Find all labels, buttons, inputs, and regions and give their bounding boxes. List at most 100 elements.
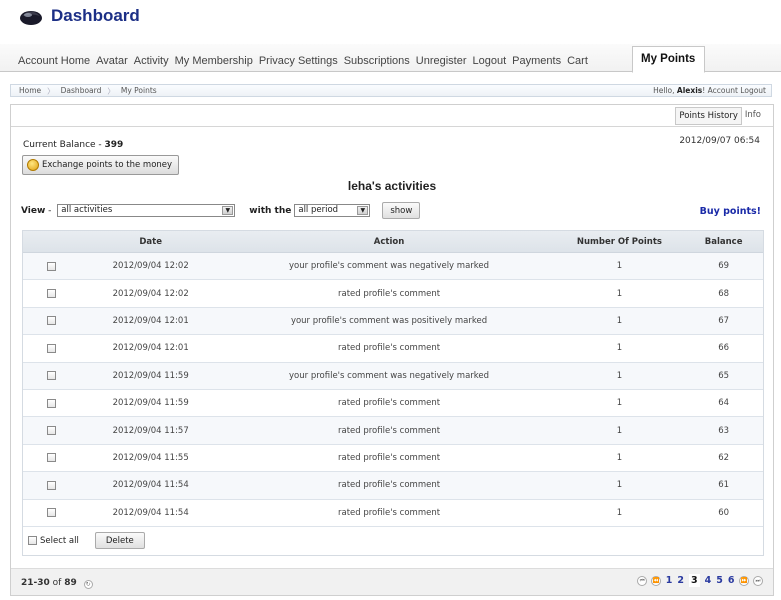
table-row: 2012/09/04 12:01 your profile's comment … xyxy=(23,307,763,336)
page-link[interactable]: 1 xyxy=(666,575,673,586)
range-value: 21-30 xyxy=(21,578,50,588)
table-row: 2012/09/04 11:54 rated profile's comment… xyxy=(23,499,763,527)
buy-points-link[interactable]: Buy points! xyxy=(700,206,761,217)
view-dash: - xyxy=(45,205,55,216)
activity-type-select[interactable]: all activities ▼ xyxy=(57,204,236,217)
nav-subscriptions[interactable]: Subscriptions xyxy=(344,55,410,67)
page-link-current: 3 xyxy=(689,574,700,587)
row-checkbox[interactable] xyxy=(46,316,56,326)
row-date: 2012/09/04 12:02 xyxy=(112,261,189,272)
row-balance: 61 xyxy=(718,480,730,491)
last-page-icon[interactable]: ⏭ xyxy=(753,575,763,586)
activity-title: leha's activities xyxy=(347,179,437,193)
nav-cart[interactable]: Cart xyxy=(567,55,588,67)
table-row: 2012/09/04 11:54 rated profile's comment… xyxy=(23,472,763,500)
col-date: Date xyxy=(139,236,162,247)
row-checkbox[interactable] xyxy=(46,480,56,490)
exchange-label: Exchange points to the money xyxy=(42,160,173,170)
select-all-label: Select all xyxy=(40,535,79,546)
row-points: 1 xyxy=(616,261,623,272)
select-all-checkbox[interactable] xyxy=(28,536,37,546)
row-points: 1 xyxy=(616,452,623,463)
exchange-points-button[interactable]: Exchange points to the money xyxy=(22,155,180,175)
points-panel: Points History Info Current Balance - 39… xyxy=(10,104,774,596)
tab-points-history[interactable]: Points History xyxy=(675,107,742,125)
points-table: Date Action Number Of Points Balance 201… xyxy=(22,230,764,556)
nav-account-home[interactable]: Account Home xyxy=(18,55,90,67)
row-checkbox[interactable] xyxy=(46,289,56,299)
row-date: 2012/09/04 12:01 xyxy=(112,343,189,354)
row-action: rated profile's comment xyxy=(337,480,441,491)
row-action: your profile's comment was positively ma… xyxy=(290,315,488,326)
table-row: 2012/09/04 12:01 rated profile's comment… xyxy=(23,335,763,363)
row-balance: 68 xyxy=(718,288,730,299)
current-datetime: 2012/09/07 06:54 xyxy=(679,136,760,146)
divider xyxy=(11,126,773,127)
breadcrumb-dashboard[interactable]: Dashboard xyxy=(61,86,102,97)
row-checkbox[interactable] xyxy=(46,398,56,408)
row-points: 1 xyxy=(616,507,623,518)
account-logout-link[interactable]: Account Logout xyxy=(708,86,766,95)
helmet-logo-icon xyxy=(20,11,42,25)
nav-privacy-settings[interactable]: Privacy Settings xyxy=(259,55,338,67)
select-all[interactable]: Select all xyxy=(28,536,79,546)
row-date: 2012/09/04 11:54 xyxy=(112,480,189,491)
row-balance: 69 xyxy=(718,261,730,272)
period-select[interactable]: all period ▼ xyxy=(294,204,371,217)
breadcrumb-home[interactable]: Home xyxy=(19,86,41,97)
row-checkbox[interactable] xyxy=(46,453,56,463)
balance-label: Current Balance - xyxy=(23,140,105,150)
user-name: Alexis xyxy=(676,86,703,95)
dropdown-arrow-icon: ▼ xyxy=(357,206,369,215)
nav-items: Account Home Avatar Activity My Membersh… xyxy=(18,55,594,67)
table-row: 2012/09/04 11:55 rated profile's comment… xyxy=(23,444,763,473)
row-checkbox[interactable] xyxy=(46,371,56,381)
row-action: your profile's comment was negatively ma… xyxy=(289,261,490,272)
row-action: your profile's comment was negatively ma… xyxy=(289,370,490,381)
row-points: 1 xyxy=(616,425,623,436)
delete-button[interactable]: Delete xyxy=(94,532,145,550)
table-row: 2012/09/04 12:02 rated profile's comment… xyxy=(23,280,763,308)
table-footer: Select all Delete xyxy=(23,527,763,555)
row-checkbox[interactable] xyxy=(46,343,56,353)
row-balance: 60 xyxy=(718,507,730,518)
view-label: View xyxy=(21,205,46,216)
row-checkbox[interactable] xyxy=(46,261,56,271)
nav-payments[interactable]: Payments xyxy=(512,55,561,67)
col-action: Action xyxy=(373,236,405,247)
tab-info[interactable]: Info xyxy=(742,107,764,125)
balance-value: 399 xyxy=(104,140,124,150)
table-row: 2012/09/04 12:02 your profile's comment … xyxy=(23,253,763,281)
row-checkbox[interactable] xyxy=(46,508,56,518)
greeting-text: Hello, xyxy=(653,86,675,95)
row-balance: 67 xyxy=(718,315,730,326)
dropdown-arrow-icon: ▼ xyxy=(222,206,234,215)
page-link[interactable]: 6 xyxy=(728,575,735,586)
range-total: 89 xyxy=(64,578,77,588)
nav-avatar[interactable]: Avatar xyxy=(96,55,128,67)
page-link[interactable]: 4 xyxy=(705,575,712,586)
prev-page-icon[interactable]: ⏪ xyxy=(651,575,662,586)
range-of: of xyxy=(49,578,65,588)
row-balance: 64 xyxy=(718,398,730,409)
nav-my-points-tab[interactable]: My Points xyxy=(632,46,705,73)
table-row: 2012/09/04 11:57 rated profile's comment… xyxy=(23,417,763,445)
nav-my-membership[interactable]: My Membership xyxy=(175,55,253,67)
nav-logout[interactable]: Logout xyxy=(473,55,507,67)
page-link[interactable]: 2 xyxy=(677,575,684,586)
next-page-icon[interactable]: ⏩ xyxy=(739,575,749,586)
nav-unregister[interactable]: Unregister xyxy=(416,55,467,67)
show-button[interactable]: show xyxy=(382,202,421,219)
refresh-icon[interactable]: ↻ xyxy=(83,580,93,589)
row-checkbox[interactable] xyxy=(46,426,56,436)
filter-row: View - all activities ▼ with the all per… xyxy=(21,202,421,219)
row-points: 1 xyxy=(616,343,623,354)
row-balance: 65 xyxy=(718,370,730,381)
nav-activity[interactable]: Activity xyxy=(134,55,169,67)
activity-type-value: all activities xyxy=(61,205,113,215)
row-balance: 63 xyxy=(718,425,730,436)
row-date: 2012/09/04 11:59 xyxy=(112,398,189,409)
row-action: rated profile's comment xyxy=(337,398,441,409)
page-link[interactable]: 5 xyxy=(716,575,723,586)
first-page-icon[interactable]: ⏮ xyxy=(637,575,648,586)
